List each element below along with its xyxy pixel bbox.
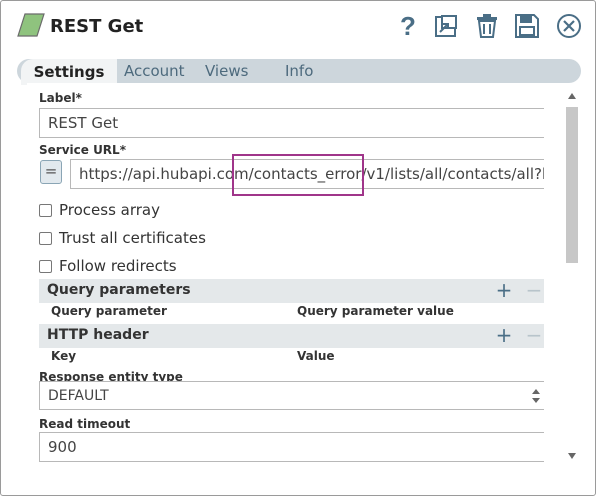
process-array-label: Process array (59, 201, 161, 219)
trash-icon[interactable] (472, 11, 502, 41)
query-parameter-value-column-header: Query parameter value (297, 304, 454, 318)
tab-account[interactable]: Account (124, 59, 185, 83)
trust-certificates-checkbox[interactable] (39, 231, 52, 245)
follow-redirects-checkbox[interactable] (39, 259, 52, 273)
query-parameter-column-header: Query parameter (51, 304, 167, 318)
dialog-header: REST Get ? (1, 1, 596, 53)
tab-info[interactable]: Info (285, 59, 313, 83)
settings-panel: Label* REST Get Service URL* = https://a… (27, 83, 551, 467)
key-column-header: Key (51, 349, 77, 363)
query-parameters-section: Query parameters + − (39, 279, 544, 303)
response-entity-type-value: DEFAULT (48, 387, 109, 404)
read-timeout-label: Read timeout (39, 417, 131, 431)
http-header-title: HTTP header (47, 327, 149, 343)
http-header-section: HTTP header + − (39, 324, 544, 348)
expression-toggle-button[interactable]: = (40, 160, 62, 184)
remove-http-header-button[interactable]: − (525, 324, 543, 348)
value-column-header: Value (297, 349, 335, 363)
close-icon[interactable] (554, 11, 584, 41)
tab-bar: Settings Account Views Info (17, 59, 581, 85)
save-icon[interactable] (512, 11, 542, 41)
read-timeout-input[interactable]: 900 (39, 432, 544, 462)
scrollbar-thumb[interactable] (566, 107, 578, 263)
trust-certificates-label: Trust all certificates (59, 229, 206, 247)
vertical-scrollbar[interactable] (564, 89, 580, 465)
tab-views[interactable]: Views (205, 59, 248, 83)
process-array-row[interactable]: Process array (39, 200, 160, 220)
label-field-label: Label* (39, 91, 82, 105)
add-http-header-button[interactable]: + (495, 324, 513, 348)
snap-settings-dialog: REST Get ? Settings Account Views Info L… (0, 0, 596, 496)
follow-redirects-row[interactable]: Follow redirects (39, 256, 177, 276)
query-parameters-title: Query parameters (47, 282, 191, 298)
scroll-up-icon[interactable] (568, 93, 576, 99)
highlight-annotation-box (232, 154, 364, 196)
trust-certificates-row[interactable]: Trust all certificates (39, 228, 206, 248)
follow-redirects-label: Follow redirects (59, 257, 177, 275)
add-query-parameter-button[interactable]: + (495, 279, 513, 303)
scroll-down-icon[interactable] (568, 453, 576, 459)
help-icon[interactable]: ? (393, 11, 423, 41)
label-input[interactable]: REST Get (39, 108, 544, 138)
remove-query-parameter-button[interactable]: − (525, 279, 543, 303)
select-arrows-icon (532, 389, 540, 403)
export-icon[interactable] (431, 11, 461, 41)
response-entity-type-select[interactable]: DEFAULT (39, 381, 544, 410)
dialog-title: REST Get (50, 16, 144, 37)
logo-icon (17, 13, 45, 37)
service-url-label: Service URL* (39, 143, 126, 157)
process-array-checkbox[interactable] (39, 203, 52, 217)
tab-settings[interactable]: Settings (21, 59, 117, 85)
